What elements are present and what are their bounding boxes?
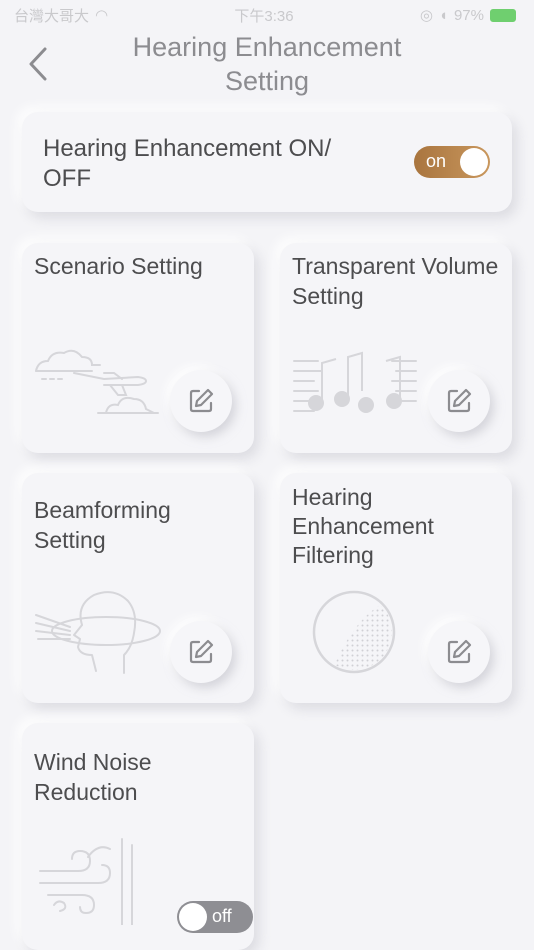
back-button[interactable] [18, 40, 58, 88]
wind-icon [39, 838, 133, 925]
edit-icon [189, 639, 214, 664]
head-beam-icon [35, 591, 161, 674]
edit-button[interactable] [428, 370, 490, 432]
wind-noise-toggle-text: off [212, 906, 232, 926]
beamforming-setting-title: Beamforming Setting [34, 497, 171, 553]
edit-button[interactable] [170, 621, 232, 683]
hearing-enhancement-filtering-title: Hearing Enhancement Filtering [292, 484, 434, 568]
edit-icon [447, 388, 472, 413]
wind-noise-reduction-title: Wind Noise Reduction [34, 749, 152, 805]
edit-button[interactable] [170, 370, 232, 432]
toggle-knob [460, 148, 488, 176]
edit-button[interactable] [428, 621, 490, 683]
master-toggle-label: Hearing Enhancement ON/ OFF [43, 135, 332, 192]
toggle-knob [179, 903, 207, 931]
master-toggle-switch[interactable]: on [414, 146, 490, 178]
battery-percent: 97% [453, 6, 484, 24]
battery-icon [490, 8, 516, 22]
wifi-icon: ◠ [95, 7, 109, 24]
edit-icon [189, 388, 214, 413]
status-left: 台灣大哥大 ◠ [14, 5, 108, 26]
chevron-left-icon [29, 47, 47, 81]
scenario-setting-card[interactable]: Scenario Setting [22, 243, 254, 453]
wind-noise-toggle-switch[interactable]: off [177, 901, 253, 933]
transparent-volume-setting-title: Transparent Volume Setting [292, 253, 499, 309]
hearing-enhancement-filtering-card[interactable]: Hearing Enhancement Filtering [280, 473, 512, 703]
status-right: ◎ ◖ 97% [420, 6, 516, 24]
scenario-setting-title: Scenario Setting [34, 253, 203, 279]
plane-clouds-icon [35, 349, 159, 414]
master-toggle-card: Hearing Enhancement ON/ OFF on [22, 112, 512, 212]
lock-rotation-icon: ◎ [419, 7, 433, 24]
headphones-icon: ◖ [438, 6, 448, 24]
carrier-label: 台灣大哥大 [14, 7, 90, 25]
edit-icon [447, 639, 472, 664]
beamforming-setting-card[interactable]: Beamforming Setting [22, 473, 254, 703]
status-time: 下午3:36 [234, 7, 294, 25]
master-toggle-text: on [426, 151, 447, 171]
transparent-volume-setting-card[interactable]: Transparent Volume Setting [280, 243, 512, 453]
status-bar: 台灣大哥大 ◠ 下午3:36 ◎ ◖ 97% [0, 0, 534, 30]
wind-noise-reduction-card: Wind Noise Reduction off [22, 723, 254, 950]
music-notes-icon [293, 351, 417, 413]
page-title: Hearing Enhancement Setting [132, 32, 402, 96]
filter-disc-icon [312, 590, 396, 674]
